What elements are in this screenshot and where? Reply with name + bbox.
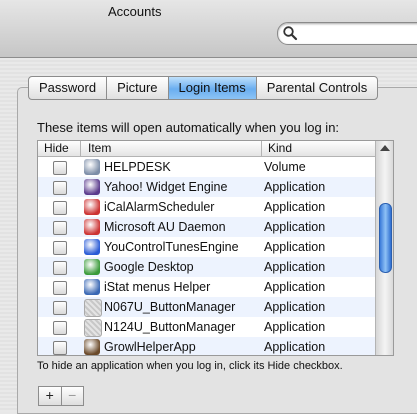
item-kind: Application: [264, 220, 326, 234]
item-name: N124U_ButtonManager: [104, 320, 236, 334]
scrollbar-thumb[interactable]: [379, 203, 392, 273]
item-name: iCalAlarmScheduler: [104, 200, 215, 214]
item-kind: Application: [264, 180, 326, 194]
item-kind: Application: [264, 240, 326, 254]
script-app-icon: [84, 199, 100, 215]
search-field[interactable]: [277, 22, 417, 45]
item-name: Google Desktop: [104, 260, 194, 274]
script-app-icon: [84, 219, 100, 235]
item-kind: Application: [264, 200, 326, 214]
yahoo-widget-icon: [84, 179, 100, 195]
youcontrol-icon: [84, 239, 100, 255]
remove-login-item-button[interactable]: −: [62, 387, 84, 405]
table-row[interactable]: iStat menus Helper Application: [38, 277, 375, 297]
hide-checkbox[interactable]: [53, 241, 67, 255]
hide-checkbox[interactable]: [53, 181, 67, 195]
item-name: HELPDESK: [104, 160, 171, 174]
table-row[interactable]: Google Desktop Application: [38, 257, 375, 277]
istat-icon: [84, 279, 100, 295]
search-icon: [283, 26, 298, 41]
add-remove-buttons: + −: [38, 386, 84, 406]
item-kind: Volume: [264, 160, 306, 174]
hide-checkbox[interactable]: [53, 281, 67, 295]
item-kind: Application: [264, 300, 326, 314]
table-row[interactable]: Microsoft AU Daemon Application: [38, 217, 375, 237]
hide-hint-text: To hide an application when you log in, …: [37, 360, 343, 372]
login-items-table: Hide Item Kind HELPDESK Volume Yahoo! Widg…: [37, 140, 394, 356]
search-input[interactable]: [300, 25, 417, 41]
item-kind: Application: [264, 280, 326, 294]
login-items-list: HELPDESK Volume Yahoo! Widget Engine Applic…: [38, 157, 375, 355]
hide-checkbox[interactable]: [53, 301, 67, 315]
item-name: Yahoo! Widget Engine: [104, 180, 228, 194]
item-kind: Application: [264, 260, 326, 274]
tab-password[interactable]: Password: [29, 77, 108, 99]
tab-login-items[interactable]: Login Items: [168, 77, 257, 99]
growl-icon: [84, 339, 100, 355]
tab-picture[interactable]: Picture: [107, 77, 169, 99]
table-row[interactable]: YouControlTunesEngine Application: [38, 237, 375, 257]
column-header-kind[interactable]: Kind: [262, 141, 378, 156]
google-desktop-icon: [84, 259, 100, 275]
window-titlebar: Accounts: [0, 0, 417, 58]
item-kind: Application: [264, 340, 326, 354]
hide-checkbox[interactable]: [53, 321, 67, 335]
item-name: YouControlTunesEngine: [104, 240, 239, 254]
table-row[interactable]: N067U_ButtonManager Application: [38, 297, 375, 317]
vertical-scrollbar[interactable]: [375, 141, 393, 355]
item-kind: Application: [264, 320, 326, 334]
hide-checkbox[interactable]: [53, 261, 67, 275]
scroll-up-arrow-icon[interactable]: [380, 145, 390, 151]
table-row[interactable]: N124U_ButtonManager Application: [38, 317, 375, 337]
hide-checkbox[interactable]: [53, 161, 67, 175]
column-header-hide[interactable]: Hide: [38, 141, 81, 156]
table-header: Hide Item Kind: [38, 141, 375, 157]
table-row[interactable]: Yahoo! Widget Engine Application: [38, 177, 375, 197]
item-name: N067U_ButtonManager: [104, 300, 236, 314]
item-name: iStat menus Helper: [104, 280, 211, 294]
login-items-instructions: These items will open automatically when…: [37, 120, 340, 135]
hide-checkbox[interactable]: [53, 341, 67, 355]
tab-parental-controls[interactable]: Parental Controls: [257, 77, 377, 99]
table-row[interactable]: iCalAlarmScheduler Application: [38, 197, 375, 217]
hide-checkbox[interactable]: [53, 221, 67, 235]
add-login-item-button[interactable]: +: [39, 387, 62, 405]
volume-icon: [84, 159, 100, 175]
table-row[interactable]: HELPDESK Volume: [38, 157, 375, 177]
generic-app-icon: [84, 319, 102, 337]
item-name: GrowlHelperApp: [104, 340, 196, 354]
hide-checkbox[interactable]: [53, 201, 67, 215]
generic-app-icon: [84, 299, 102, 317]
tab-bar: Password Picture Login Items Parental Co…: [28, 76, 379, 100]
window-title: Accounts: [108, 4, 162, 19]
column-header-item[interactable]: Item: [82, 141, 262, 156]
table-row[interactable]: GrowlHelperApp Application: [38, 337, 375, 355]
item-name: Microsoft AU Daemon: [104, 220, 226, 234]
